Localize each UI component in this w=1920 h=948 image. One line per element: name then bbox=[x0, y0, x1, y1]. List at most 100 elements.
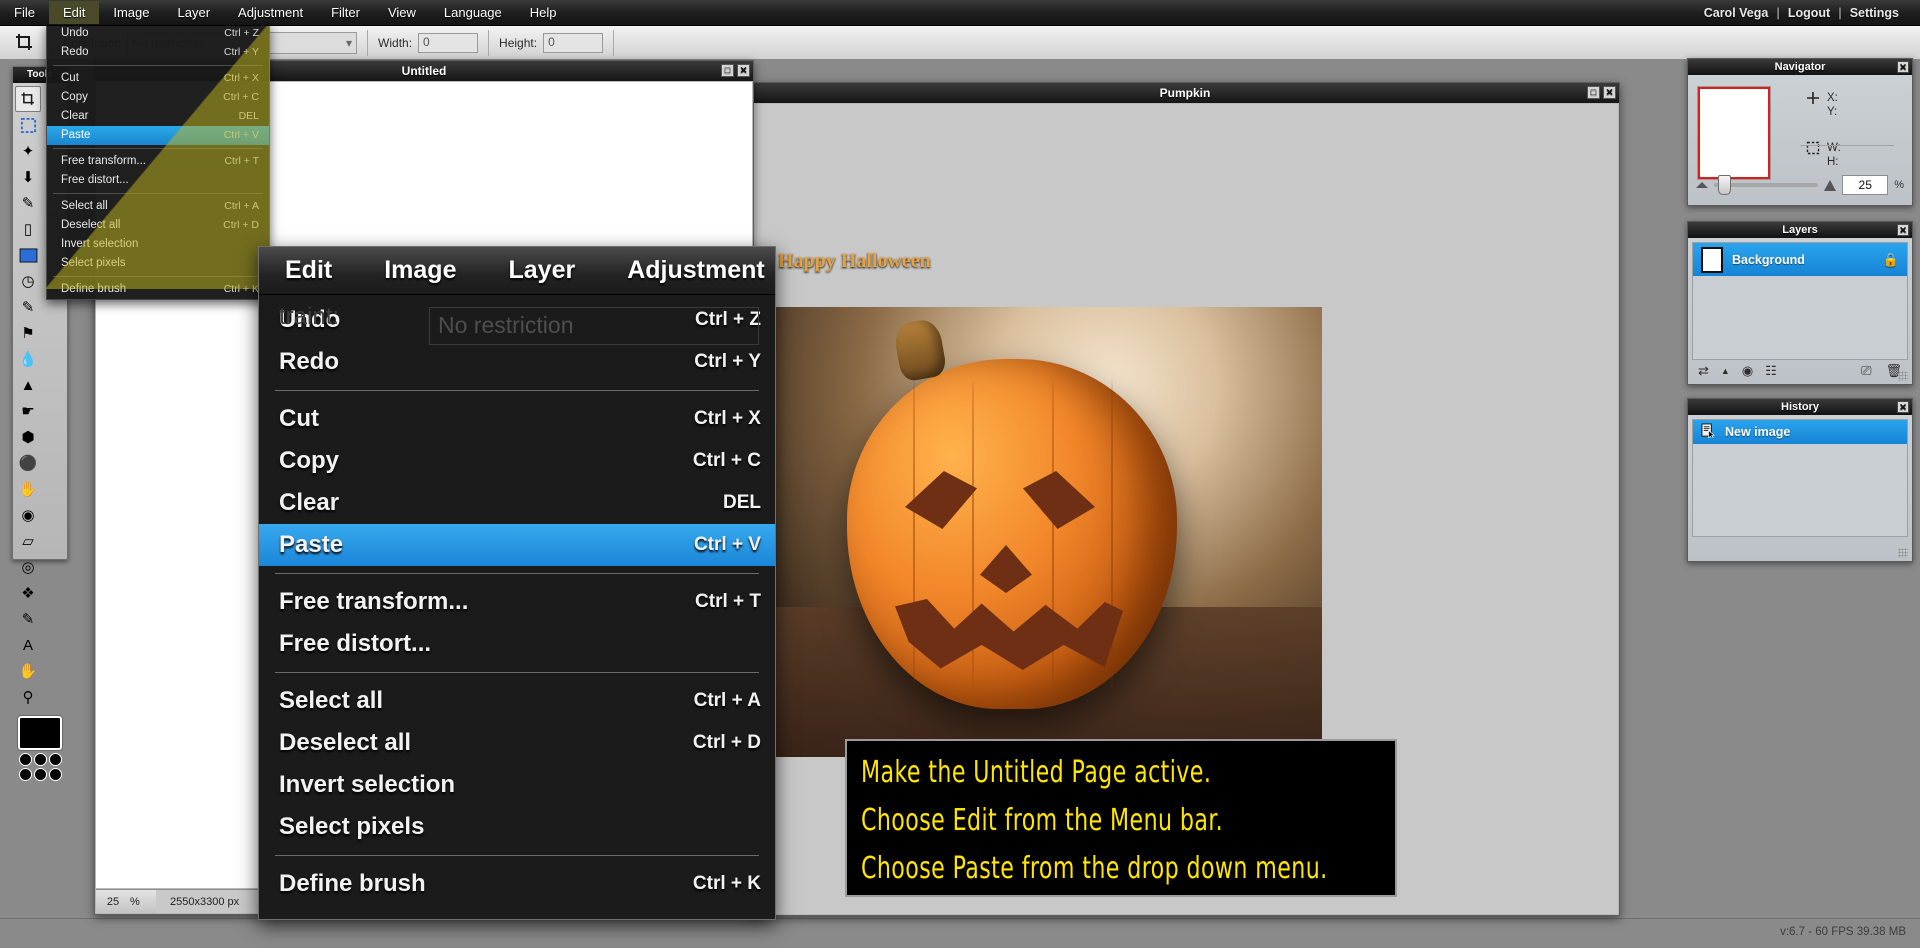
zoom-in-icon[interactable] bbox=[1824, 179, 1837, 191]
menu-item-clear[interactable]: Clear DEL bbox=[47, 107, 269, 126]
tool-marquee-select[interactable] bbox=[15, 112, 41, 138]
tool-brush[interactable]: ✎ bbox=[15, 294, 41, 320]
close-icon[interactable]: ✕ bbox=[1897, 401, 1909, 413]
magnified-menu-item-paste[interactable]: Paste Ctrl + V bbox=[259, 524, 775, 566]
menu-item-free-transform[interactable]: Free transform... Ctrl + T bbox=[47, 152, 269, 171]
close-icon[interactable]: ✕ bbox=[1603, 86, 1616, 99]
magnified-menu-item-select-pixels[interactable]: Select pixels bbox=[259, 806, 775, 848]
magnified-menu-item-clear[interactable]: Clear DEL bbox=[259, 482, 775, 524]
layer-row[interactable]: Background 🔒 bbox=[1693, 243, 1907, 276]
edit-dropdown-menu[interactable]: Undo Ctrl + Z Redo Ctrl + Y Cut Ctrl + X… bbox=[46, 23, 270, 300]
foreground-color-swatch[interactable] bbox=[18, 716, 62, 750]
resize-grip[interactable] bbox=[1898, 548, 1908, 558]
tool-red-eye[interactable]: ◉ bbox=[15, 502, 41, 528]
palette-swatch[interactable] bbox=[18, 753, 32, 766]
minimize-icon[interactable]: □ bbox=[1587, 86, 1600, 99]
palette-swatch[interactable] bbox=[33, 753, 47, 766]
caret-up-icon[interactable]: ▲ bbox=[1721, 366, 1730, 376]
magnified-menu-edit[interactable]: Edit bbox=[259, 256, 358, 285]
palette-swatch[interactable] bbox=[48, 768, 62, 781]
history-row[interactable]: New image bbox=[1693, 420, 1907, 444]
duplicate-layer-icon[interactable]: ⎚ bbox=[1861, 363, 1871, 379]
menu-item-invert-selection[interactable]: Invert selection bbox=[47, 235, 269, 254]
settings-link[interactable]: Settings bbox=[1843, 6, 1906, 20]
resize-grip[interactable] bbox=[1898, 371, 1908, 381]
magnified-menu-item-free-transform[interactable]: Free transform... Ctrl + T bbox=[259, 581, 775, 623]
menu-edit[interactable]: Edit bbox=[48, 1, 100, 24]
tool-crop[interactable] bbox=[15, 86, 41, 112]
tool-type[interactable]: A bbox=[15, 632, 41, 658]
magnified-menu-item-define-brush[interactable]: Define brush Ctrl + K bbox=[259, 863, 775, 905]
tool-paint-bucket[interactable] bbox=[15, 242, 41, 268]
menu-item-cut[interactable]: Cut Ctrl + X bbox=[47, 69, 269, 88]
blend-mode-icon[interactable]: ⇄ bbox=[1698, 363, 1709, 379]
menu-item-free-distort[interactable]: Free distort... bbox=[47, 171, 269, 190]
palette-swatch[interactable] bbox=[48, 753, 62, 766]
lock-icon[interactable]: 🔒 bbox=[1883, 252, 1899, 268]
close-icon[interactable]: ✕ bbox=[1897, 224, 1909, 236]
magnified-menu-item-select-all[interactable]: Select all Ctrl + A bbox=[259, 680, 775, 722]
menu-item-copy[interactable]: Copy Ctrl + C bbox=[47, 88, 269, 107]
menu-item-undo[interactable]: Undo Ctrl + Z bbox=[47, 24, 269, 43]
menu-item-define-brush[interactable]: Define brush Ctrl + K bbox=[47, 280, 269, 299]
menu-item-redo[interactable]: Redo Ctrl + Y bbox=[47, 43, 269, 62]
layers-list[interactable]: Background 🔒 bbox=[1692, 242, 1908, 360]
tool-magic-wand[interactable]: ✦ bbox=[15, 138, 41, 164]
menu-help[interactable]: Help bbox=[516, 1, 571, 24]
menu-item-deselect-all[interactable]: Deselect all Ctrl + D bbox=[47, 216, 269, 235]
height-input[interactable]: 0 bbox=[543, 32, 604, 53]
navigator-zoom-slider[interactable]: 25 % bbox=[1696, 174, 1904, 196]
magnified-menu-item-deselect-all[interactable]: Deselect all Ctrl + D bbox=[259, 722, 775, 764]
tool-burn[interactable]: ✋ bbox=[15, 476, 41, 502]
menu-item-select-pixels[interactable]: Select pixels bbox=[47, 254, 269, 273]
close-icon[interactable]: ✕ bbox=[737, 64, 750, 77]
menu-view[interactable]: View bbox=[374, 1, 430, 24]
magnified-menu-adjustment[interactable]: Adjustment bbox=[601, 256, 775, 285]
tool-pill[interactable]: ▱ bbox=[15, 528, 41, 554]
magnified-menu-item-cut[interactable]: Cut Ctrl + X bbox=[259, 398, 775, 440]
tool-dodge[interactable]: ⚫ bbox=[15, 450, 41, 476]
magnified-edit-menu-popup[interactable]: Edit Image Layer Adjustment traint: No r… bbox=[258, 246, 776, 920]
magnified-menu-item-invert-selection[interactable]: Invert selection bbox=[259, 764, 775, 806]
crop-icon[interactable] bbox=[8, 28, 42, 58]
chevron-down-icon[interactable]: ▾ bbox=[346, 36, 352, 50]
menu-item-paste[interactable]: Paste Ctrl + V bbox=[47, 126, 269, 145]
tool-pencil[interactable]: ✎ bbox=[15, 190, 41, 216]
close-icon[interactable]: ✕ bbox=[1897, 61, 1909, 73]
minimize-icon[interactable]: □ bbox=[721, 64, 734, 77]
pumpkin-title-bar[interactable]: Pumpkin □ ✕ bbox=[751, 83, 1619, 103]
zoom-slider-knob[interactable] bbox=[1718, 175, 1731, 195]
tool-lasso[interactable]: ⬇ bbox=[15, 164, 41, 190]
tool-clone-stamp[interactable]: ⚑ bbox=[15, 320, 41, 346]
menu-filter[interactable]: Filter bbox=[317, 1, 374, 24]
tool-zoom[interactable]: ⚲ bbox=[15, 684, 41, 710]
navigator-thumbnail[interactable] bbox=[1697, 86, 1771, 180]
tool-bloat[interactable]: ◎ bbox=[15, 554, 41, 580]
color-palette-grid[interactable] bbox=[13, 753, 67, 781]
zoom-out-icon[interactable] bbox=[1696, 182, 1708, 188]
tool-eraser[interactable]: ▯ bbox=[15, 216, 41, 242]
tool-sharpen[interactable]: ▲ bbox=[15, 372, 41, 398]
magnified-menu-layer[interactable]: Layer bbox=[482, 256, 601, 285]
magnified-menu-item-copy[interactable]: Copy Ctrl + C bbox=[259, 440, 775, 482]
logout-link[interactable]: Logout bbox=[1781, 6, 1837, 20]
magnified-menu-image[interactable]: Image bbox=[358, 256, 482, 285]
tool-sponge[interactable]: ⬢ bbox=[15, 424, 41, 450]
menu-language[interactable]: Language bbox=[430, 1, 516, 24]
history-list[interactable]: New image bbox=[1692, 419, 1908, 537]
zoom-slider-track[interactable] bbox=[1714, 175, 1819, 195]
tool-eyedropper[interactable]: ✎ bbox=[15, 606, 41, 632]
magnified-menu-item-redo[interactable]: Redo Ctrl + Y bbox=[259, 341, 775, 383]
menu-layer[interactable]: Layer bbox=[164, 1, 225, 24]
magnified-menu-list[interactable]: Undo Ctrl + Z Redo Ctrl + Y Cut Ctrl + X… bbox=[259, 295, 775, 905]
menu-adjustment[interactable]: Adjustment bbox=[224, 1, 317, 24]
tool-hand[interactable]: ✋ bbox=[15, 658, 41, 684]
palette-swatch[interactable] bbox=[33, 768, 47, 781]
menu-image[interactable]: Image bbox=[99, 1, 163, 24]
tool-smudge[interactable]: ☛ bbox=[15, 398, 41, 424]
new-adjustment-icon[interactable]: ☷ bbox=[1765, 363, 1777, 379]
untitled-zoom-value[interactable]: 25 bbox=[96, 896, 130, 908]
tool-gradient[interactable]: ◷ bbox=[15, 268, 41, 294]
layer-style-icon[interactable]: ◉ bbox=[1742, 363, 1753, 379]
navigator-zoom-input[interactable]: 25 bbox=[1842, 175, 1889, 195]
